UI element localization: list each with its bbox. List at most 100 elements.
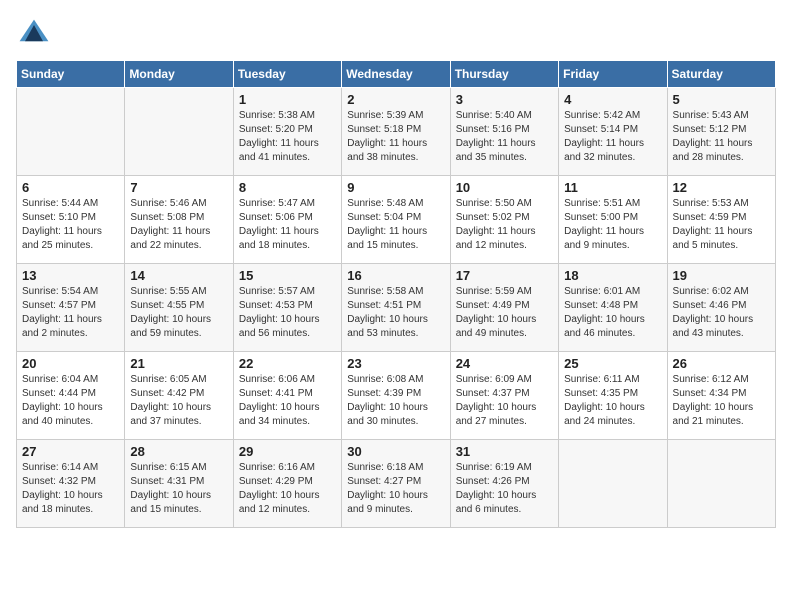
weekday-header-saturday: Saturday xyxy=(667,61,775,88)
day-info: Sunrise: 5:58 AM Sunset: 4:51 PM Dayligh… xyxy=(347,285,444,341)
day-number: 12 xyxy=(673,180,770,195)
day-info: Sunrise: 6:04 AM Sunset: 4:44 PM Dayligh… xyxy=(22,373,119,429)
calendar-cell: 25 Sunrise: 6:11 AM Sunset: 4:35 PM Dayli… xyxy=(559,352,667,440)
day-info: Sunrise: 6:11 AM Sunset: 4:35 PM Dayligh… xyxy=(564,373,661,429)
day-info: Sunrise: 6:15 AM Sunset: 4:31 PM Dayligh… xyxy=(130,461,227,517)
day-number: 25 xyxy=(564,356,661,371)
calendar-table: SundayMondayTuesdayWednesdayThursdayFrid… xyxy=(16,60,776,528)
calendar-cell: 12 Sunrise: 5:53 AM Sunset: 4:59 PM Dayli… xyxy=(667,176,775,264)
calendar-cell: 9Sunrise: 5:48 AM Sunset: 5:04 PM Daylig… xyxy=(342,176,450,264)
day-info: Sunrise: 6:08 AM Sunset: 4:39 PM Dayligh… xyxy=(347,373,444,429)
weekday-header-row: SundayMondayTuesdayWednesdayThursdayFrid… xyxy=(17,61,776,88)
calendar-cell: 19 Sunrise: 6:02 AM Sunset: 4:46 PM Dayli… xyxy=(667,264,775,352)
calendar-week-4: 20 Sunrise: 6:04 AM Sunset: 4:44 PM Dayli… xyxy=(17,352,776,440)
calendar-cell: 6 Sunrise: 5:44 AM Sunset: 5:10 PM Daylig… xyxy=(17,176,125,264)
weekday-header-monday: Monday xyxy=(125,61,233,88)
day-info: Sunrise: 6:06 AM Sunset: 4:41 PM Dayligh… xyxy=(239,373,336,429)
calendar-cell: 4 Sunrise: 5:42 AM Sunset: 5:14 PM Daylig… xyxy=(559,88,667,176)
calendar-cell: 28 Sunrise: 6:15 AM Sunset: 4:31 PM Dayli… xyxy=(125,440,233,528)
weekday-header-thursday: Thursday xyxy=(450,61,558,88)
day-info: Sunrise: 5:47 AM Sunset: 5:06 PM Dayligh… xyxy=(239,197,336,253)
calendar-cell: 18 Sunrise: 6:01 AM Sunset: 4:48 PM Dayli… xyxy=(559,264,667,352)
day-info: Sunrise: 5:42 AM Sunset: 5:14 PM Dayligh… xyxy=(564,109,661,165)
day-number: 19 xyxy=(673,268,770,283)
weekday-header-tuesday: Tuesday xyxy=(233,61,341,88)
day-number: 14 xyxy=(130,268,227,283)
calendar-cell xyxy=(125,88,233,176)
day-number: 1 xyxy=(239,92,336,107)
calendar-cell: 2 Sunrise: 5:39 AM Sunset: 5:18 PM Daylig… xyxy=(342,88,450,176)
day-number: 24 xyxy=(456,356,553,371)
calendar-cell xyxy=(17,88,125,176)
calendar-cell: 27Sunrise: 6:14 AM Sunset: 4:32 PM Dayli… xyxy=(17,440,125,528)
day-number: 16 xyxy=(347,268,444,283)
day-number: 17 xyxy=(456,268,553,283)
day-number: 5 xyxy=(673,92,770,107)
day-number: 6 xyxy=(22,180,119,195)
day-info: Sunrise: 6:14 AM Sunset: 4:32 PM Dayligh… xyxy=(22,461,119,517)
day-number: 13 xyxy=(22,268,119,283)
day-number: 7 xyxy=(130,180,227,195)
calendar-cell: 23 Sunrise: 6:08 AM Sunset: 4:39 PM Dayli… xyxy=(342,352,450,440)
calendar-cell: 1 Sunrise: 5:38 AM Sunset: 5:20 PM Daylig… xyxy=(233,88,341,176)
day-info: Sunrise: 5:40 AM Sunset: 5:16 PM Dayligh… xyxy=(456,109,553,165)
day-info: Sunrise: 6:01 AM Sunset: 4:48 PM Dayligh… xyxy=(564,285,661,341)
day-info: Sunrise: 5:48 AM Sunset: 5:04 PM Dayligh… xyxy=(347,197,444,253)
day-number: 22 xyxy=(239,356,336,371)
calendar-cell: 17Sunrise: 5:59 AM Sunset: 4:49 PM Dayli… xyxy=(450,264,558,352)
day-info: Sunrise: 5:51 AM Sunset: 5:00 PM Dayligh… xyxy=(564,197,661,253)
day-info: Sunrise: 5:57 AM Sunset: 4:53 PM Dayligh… xyxy=(239,285,336,341)
logo-icon xyxy=(16,16,52,52)
day-number: 18 xyxy=(564,268,661,283)
day-number: 28 xyxy=(130,444,227,459)
calendar-cell: 26 Sunrise: 6:12 AM Sunset: 4:34 PM Dayli… xyxy=(667,352,775,440)
day-info: Sunrise: 6:09 AM Sunset: 4:37 PM Dayligh… xyxy=(456,373,553,429)
day-info: Sunrise: 5:38 AM Sunset: 5:20 PM Dayligh… xyxy=(239,109,336,165)
calendar-cell: 29Sunrise: 6:16 AM Sunset: 4:29 PM Dayli… xyxy=(233,440,341,528)
day-info: Sunrise: 6:18 AM Sunset: 4:27 PM Dayligh… xyxy=(347,461,444,517)
day-number: 4 xyxy=(564,92,661,107)
day-number: 11 xyxy=(564,180,661,195)
day-number: 29 xyxy=(239,444,336,459)
day-number: 10 xyxy=(456,180,553,195)
calendar-cell: 16 Sunrise: 5:58 AM Sunset: 4:51 PM Dayli… xyxy=(342,264,450,352)
calendar-cell: 3 Sunrise: 5:40 AM Sunset: 5:16 PM Daylig… xyxy=(450,88,558,176)
calendar-week-1: 1 Sunrise: 5:38 AM Sunset: 5:20 PM Daylig… xyxy=(17,88,776,176)
day-number: 2 xyxy=(347,92,444,107)
day-info: Sunrise: 5:43 AM Sunset: 5:12 PM Dayligh… xyxy=(673,109,770,165)
day-number: 20 xyxy=(22,356,119,371)
day-info: Sunrise: 6:05 AM Sunset: 4:42 PM Dayligh… xyxy=(130,373,227,429)
calendar-cell: 24 Sunrise: 6:09 AM Sunset: 4:37 PM Dayli… xyxy=(450,352,558,440)
day-info: Sunrise: 5:39 AM Sunset: 5:18 PM Dayligh… xyxy=(347,109,444,165)
day-info: Sunrise: 5:54 AM Sunset: 4:57 PM Dayligh… xyxy=(22,285,119,341)
calendar-cell: 21Sunrise: 6:05 AM Sunset: 4:42 PM Dayli… xyxy=(125,352,233,440)
calendar-cell: 5 Sunrise: 5:43 AM Sunset: 5:12 PM Daylig… xyxy=(667,88,775,176)
day-info: Sunrise: 5:46 AM Sunset: 5:08 PM Dayligh… xyxy=(130,197,227,253)
calendar-cell xyxy=(559,440,667,528)
day-number: 3 xyxy=(456,92,553,107)
day-info: Sunrise: 6:12 AM Sunset: 4:34 PM Dayligh… xyxy=(673,373,770,429)
day-number: 31 xyxy=(456,444,553,459)
calendar-cell xyxy=(667,440,775,528)
day-number: 26 xyxy=(673,356,770,371)
calendar-cell: 31 Sunrise: 6:19 AM Sunset: 4:26 PM Dayli… xyxy=(450,440,558,528)
calendar-cell: 8 Sunrise: 5:47 AM Sunset: 5:06 PM Daylig… xyxy=(233,176,341,264)
calendar-cell: 13 Sunrise: 5:54 AM Sunset: 4:57 PM Dayli… xyxy=(17,264,125,352)
weekday-header-friday: Friday xyxy=(559,61,667,88)
day-info: Sunrise: 5:53 AM Sunset: 4:59 PM Dayligh… xyxy=(673,197,770,253)
day-info: Sunrise: 6:02 AM Sunset: 4:46 PM Dayligh… xyxy=(673,285,770,341)
day-number: 23 xyxy=(347,356,444,371)
day-number: 8 xyxy=(239,180,336,195)
calendar-cell: 14 Sunrise: 5:55 AM Sunset: 4:55 PM Dayli… xyxy=(125,264,233,352)
calendar-cell: 15Sunrise: 5:57 AM Sunset: 4:53 PM Dayli… xyxy=(233,264,341,352)
calendar-week-2: 6 Sunrise: 5:44 AM Sunset: 5:10 PM Daylig… xyxy=(17,176,776,264)
calendar-cell: 10 Sunrise: 5:50 AM Sunset: 5:02 PM Dayli… xyxy=(450,176,558,264)
calendar-cell: 11 Sunrise: 5:51 AM Sunset: 5:00 PM Dayli… xyxy=(559,176,667,264)
calendar-cell: 22 Sunrise: 6:06 AM Sunset: 4:41 PM Dayli… xyxy=(233,352,341,440)
day-info: Sunrise: 5:55 AM Sunset: 4:55 PM Dayligh… xyxy=(130,285,227,341)
page-header xyxy=(16,16,776,52)
day-info: Sunrise: 5:44 AM Sunset: 5:10 PM Dayligh… xyxy=(22,197,119,253)
day-info: Sunrise: 5:50 AM Sunset: 5:02 PM Dayligh… xyxy=(456,197,553,253)
weekday-header-wednesday: Wednesday xyxy=(342,61,450,88)
day-info: Sunrise: 6:19 AM Sunset: 4:26 PM Dayligh… xyxy=(456,461,553,517)
